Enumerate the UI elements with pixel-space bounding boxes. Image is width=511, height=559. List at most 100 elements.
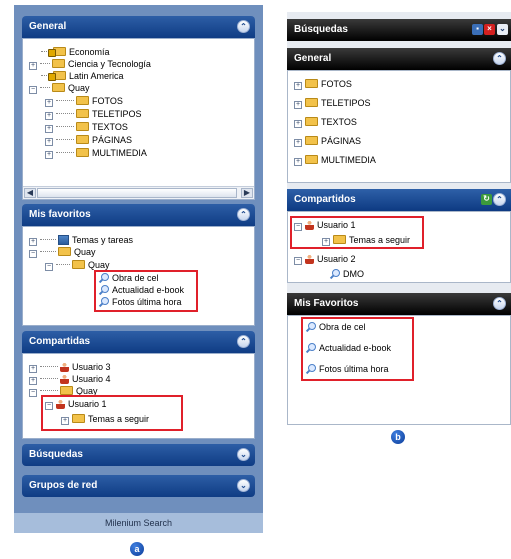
collapse-up-icon[interactable]: ⌃: [237, 20, 250, 33]
collapse-icon[interactable]: −: [29, 389, 37, 397]
tree-item-label: Economía: [69, 47, 110, 57]
refresh-icon[interactable]: ↻: [481, 194, 492, 205]
saved-search-icon: [330, 269, 340, 279]
tree-item-label: Temas y tareas: [72, 235, 134, 245]
compartidas-section-title: Compartidas: [29, 336, 91, 347]
expand-icon[interactable]: +: [45, 151, 53, 159]
expand-icon[interactable]: +: [45, 125, 53, 133]
user-icon: [60, 362, 69, 372]
tree-item-latin-america[interactable]: Latin America: [41, 71, 124, 82]
collapse-up-icon[interactable]: ⌃: [493, 193, 506, 206]
collapse-up-icon[interactable]: ⌃: [493, 52, 506, 65]
collapse-up-icon[interactable]: ⌃: [237, 208, 250, 221]
tree-item-usuario-2[interactable]: − Usuario 2: [294, 254, 356, 265]
expand-icon[interactable]: +: [294, 82, 302, 90]
folder-icon: [305, 117, 318, 126]
tree-item-teletipos[interactable]: + TELETIPOS: [294, 98, 371, 109]
tree-item-label: DMO: [343, 269, 364, 279]
tree-item-label: MULTIMEDIA: [92, 148, 147, 158]
expand-icon[interactable]: +: [45, 138, 53, 146]
tree-item-quay[interactable]: − Quay: [29, 83, 90, 94]
tree-item-temas-tareas[interactable]: + Temas y tareas: [29, 235, 133, 246]
tree-item-dmo[interactable]: DMO: [330, 269, 364, 280]
folder-icon: [305, 136, 318, 145]
user-icon: [305, 254, 314, 264]
scroll-thumb[interactable]: [37, 188, 237, 198]
close-icon[interactable]: ×: [484, 24, 495, 35]
tree-item-textos[interactable]: + TEXTOS: [45, 122, 128, 133]
scroll-right-icon[interactable]: ▶: [241, 188, 253, 198]
grupos-section-header[interactable]: Grupos de red ⌄: [22, 475, 255, 497]
expand-icon[interactable]: +: [45, 112, 53, 120]
favoritos-section-title: Mis favoritos: [29, 209, 91, 220]
horizontal-scrollbar[interactable]: ◀ ▶: [23, 186, 254, 199]
tree-item-label: Latin America: [69, 71, 124, 81]
tree-item-fotos[interactable]: + FOTOS: [45, 96, 123, 107]
expand-icon[interactable]: +: [294, 139, 302, 147]
general-tree: + FOTOS + TELETIPOS + TEXTOS + PÁGINAS + MULT…: [287, 70, 511, 183]
folder-icon: [60, 386, 73, 395]
scroll-left-icon[interactable]: ◀: [24, 188, 36, 198]
expand-icon[interactable]: +: [29, 365, 37, 373]
tree-item-paginas[interactable]: + PÁGINAS: [45, 135, 132, 146]
favoritos-section-header[interactable]: Mis favoritos ⌃: [22, 204, 255, 226]
tree-item-textos[interactable]: + TEXTOS: [294, 117, 357, 128]
expand-down-icon[interactable]: ⌄: [497, 24, 508, 35]
tree-item-paginas[interactable]: + PÁGINAS: [294, 136, 361, 147]
general-section-header[interactable]: General ⌃: [287, 48, 511, 70]
tree-item-label: Quay: [88, 260, 110, 270]
tree-item-ciencia[interactable]: + Ciencia y Tecnología: [29, 59, 151, 70]
busquedas-section-header[interactable]: Búsquedas ⌄: [22, 444, 255, 466]
milenium-panel-b: Búsquedas ▪ × ⌄ General ⌃ + FOTOS + TELETI…: [287, 12, 511, 425]
collapse-up-icon[interactable]: ⌃: [493, 297, 506, 310]
milenium-panel-a: General ⌃ Economía + Ciencia y Tecnología…: [14, 5, 263, 533]
highlight-box: [301, 317, 414, 381]
busquedas-header: Búsquedas ▪ × ⌄: [287, 19, 511, 41]
busquedas-section-title: Búsquedas: [29, 449, 83, 460]
favoritos-section-header[interactable]: Mis Favoritos ⌃: [287, 293, 511, 315]
expand-icon[interactable]: +: [29, 377, 37, 385]
collapse-up-icon[interactable]: ⌃: [237, 335, 250, 348]
expand-icon[interactable]: +: [294, 120, 302, 128]
tree-item-economia[interactable]: Economía: [41, 47, 110, 58]
folder-icon: [76, 122, 89, 131]
save-icon[interactable]: ▪: [472, 24, 483, 35]
tree-item-fotos[interactable]: + FOTOS: [294, 79, 352, 90]
expand-icon[interactable]: +: [294, 101, 302, 109]
expand-icon[interactable]: +: [29, 62, 37, 70]
tree-item-usuario-4[interactable]: + Usuario 4: [29, 374, 111, 385]
compartidas-tree: + Usuario 3 + Usuario 4 − Quay − Usuario 1 +…: [22, 353, 255, 439]
folder-icon: [72, 260, 85, 269]
tree-item-label: Usuario 2: [317, 254, 356, 264]
expand-icon[interactable]: +: [294, 158, 302, 166]
tree-item-label: Quay: [68, 83, 90, 93]
tree-item-label: Ciencia y Tecnología: [68, 59, 151, 69]
compartidos-tree: − Usuario 1 + Temas a seguir − Usuario 2 DM…: [287, 211, 511, 283]
favoritos-section-title: Mis Favoritos: [294, 298, 359, 309]
folder-icon: [305, 79, 318, 88]
tree-item-teletipos[interactable]: + TELETIPOS: [45, 109, 142, 120]
highlight-box: [41, 395, 183, 431]
expand-icon[interactable]: +: [29, 238, 37, 246]
compartidos-section-header[interactable]: Compartidos ↻ ⌃: [287, 189, 511, 211]
collapse-icon[interactable]: −: [294, 257, 302, 265]
collapse-icon[interactable]: −: [29, 250, 37, 258]
tree-item-usuario-3[interactable]: + Usuario 3: [29, 362, 111, 373]
expand-down-icon[interactable]: ⌄: [237, 448, 250, 461]
tree-item-label: PÁGINAS: [92, 135, 133, 145]
expand-icon[interactable]: +: [45, 99, 53, 107]
folder-icon: [76, 96, 89, 105]
tree-item-quay[interactable]: − Quay: [29, 247, 96, 258]
expand-down-icon[interactable]: ⌄: [237, 479, 250, 492]
folder-icon: [76, 135, 89, 144]
general-section-header[interactable]: General ⌃: [22, 16, 255, 38]
tree-item-label: PÁGINAS: [321, 136, 362, 146]
tree-item-multimedia[interactable]: + MULTIMEDIA: [294, 155, 376, 166]
collapse-icon[interactable]: −: [29, 86, 37, 94]
tree-item-label: Usuario 4: [72, 374, 111, 384]
tree-item-multimedia[interactable]: + MULTIMEDIA: [45, 148, 147, 159]
favoritos-tree: + Temas y tareas − Quay − Quay Obra de cel …: [22, 226, 255, 326]
folder-icon: [58, 247, 71, 256]
collapse-icon[interactable]: −: [45, 263, 53, 271]
compartidas-section-header[interactable]: Compartidas ⌃: [22, 331, 255, 353]
